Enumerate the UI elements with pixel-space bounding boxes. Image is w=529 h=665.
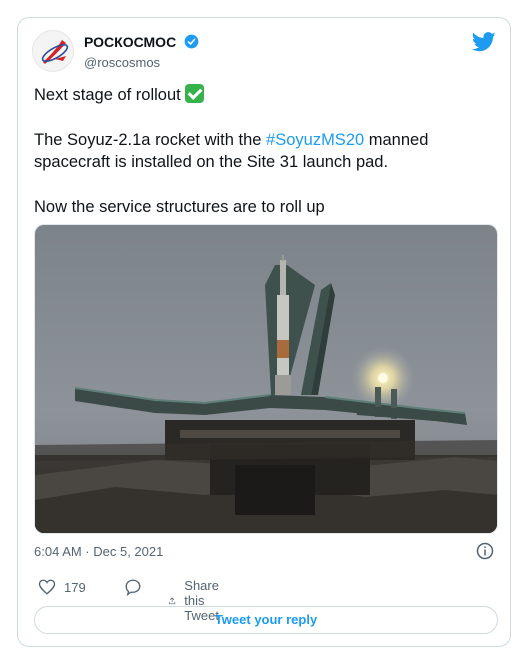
hashtag-link[interactable]: #SoyuzMS20 [266, 131, 364, 149]
like-action[interactable]: 179 [38, 578, 86, 596]
twitter-bird-icon[interactable] [472, 32, 496, 52]
author-handle[interactable]: @roscosmos [84, 55, 199, 70]
rocket-launch-pad-image [35, 225, 497, 533]
like-count: 179 [64, 579, 86, 595]
author-display-name[interactable]: РОСКОСМОС [84, 34, 176, 50]
tweet-line-3: Now the service structures are to roll u… [34, 198, 325, 216]
author-info: РОСКОСМОС @roscosmos [84, 33, 199, 70]
verified-badge-icon [184, 34, 199, 49]
tweet-photo[interactable] [34, 224, 498, 534]
tweet-timestamp[interactable]: 6:04 AM · Dec 5, 2021 [34, 544, 163, 559]
roscosmos-logo-icon [41, 40, 69, 64]
tweet-header: РОСКОСМОС @roscosmos [32, 30, 496, 74]
tweet-line-2: The Soyuz-2.1a rocket with the #SoyuzMS2… [34, 131, 429, 171]
tweet-text: Next stage of rollout The Soyuz-2.1a roc… [34, 84, 494, 241]
tweet-reply-button[interactable]: Tweet your reply [34, 606, 498, 634]
tweet-card[interactable]: РОСКОСМОС @roscosmos Next stage of rollo… [17, 17, 511, 647]
comment-bubble-icon [125, 579, 141, 596]
tweet-line-1: Next stage of rollout [34, 84, 494, 106]
reply-action[interactable] [124, 578, 142, 596]
heart-icon [38, 579, 56, 595]
avatar[interactable] [32, 30, 74, 72]
info-icon[interactable] [476, 542, 494, 560]
green-check-icon [184, 84, 204, 103]
